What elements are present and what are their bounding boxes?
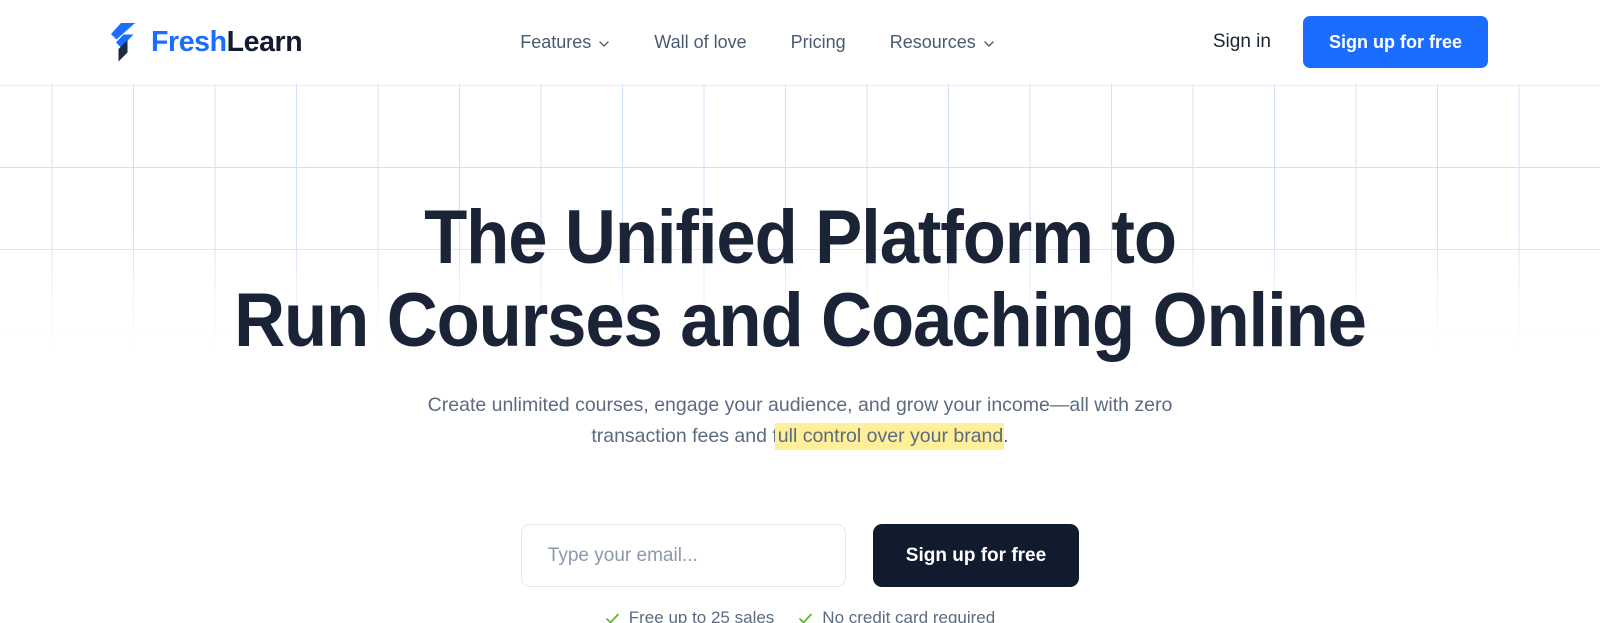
nav-label: Resources: [889, 31, 976, 52]
page-title: The Unified Platform to Run Courses and …: [56, 196, 1544, 362]
brand-name-first: Fresh: [151, 25, 227, 58]
subheading-highlight: ull control over your brand: [777, 423, 1004, 450]
brand-name: FreshLearn: [151, 25, 303, 58]
nav-label: Pricing: [790, 31, 846, 52]
trust-badge-label: Free up to 25 sales: [628, 608, 775, 623]
nav-item-features[interactable]: Features: [498, 26, 632, 59]
trust-badges: Free up to 25 sales No credit card requi…: [0, 608, 1600, 623]
trust-badge-free-sales: Free up to 25 sales: [605, 608, 775, 623]
brand-name-second: Learn: [226, 25, 303, 58]
chevron-down-icon: [598, 35, 610, 50]
nav-item-resources[interactable]: Resources: [868, 26, 1017, 59]
email-input[interactable]: [520, 524, 846, 587]
sign-in-link[interactable]: Sign in: [1213, 31, 1271, 53]
hero-sign-up-button[interactable]: Sign up for free: [872, 524, 1080, 587]
trust-badge-no-credit-card: No credit card required: [798, 608, 995, 623]
check-icon: [605, 611, 620, 623]
nav-label: Features: [520, 31, 592, 52]
nav-item-pricing[interactable]: Pricing: [769, 26, 868, 59]
brand-logo[interactable]: FreshLearn: [110, 22, 303, 62]
subheading-text-tail: .: [1003, 425, 1009, 447]
headline-line-1: The Unified Platform to: [424, 195, 1177, 280]
site-header: FreshLearn Features Wall of love Pricing…: [0, 0, 1600, 84]
hero-section: The Unified Platform to Run Courses and …: [0, 84, 1600, 623]
sign-up-for-free-button[interactable]: Sign up for free: [1302, 16, 1488, 68]
nav-label: Wall of love: [654, 31, 747, 52]
landing-page: FreshLearn Features Wall of love Pricing…: [0, 0, 1600, 623]
hero-cta-row: Sign up for free: [0, 524, 1600, 587]
check-icon: [798, 611, 813, 623]
headline-line-2: Run Courses and Coaching Online: [234, 278, 1367, 363]
nav-item-wall-of-love[interactable]: Wall of love: [632, 26, 768, 59]
main-navigation: Features Wall of love Pricing Resources: [498, 26, 1017, 59]
freshlearn-logo-icon: [110, 22, 140, 62]
trust-badge-label: No credit card required: [822, 608, 996, 623]
header-actions: Sign in Sign up for free: [1213, 16, 1488, 68]
hero-subheading: Create unlimited courses, engage your au…: [395, 390, 1205, 452]
chevron-down-icon: [983, 35, 995, 50]
